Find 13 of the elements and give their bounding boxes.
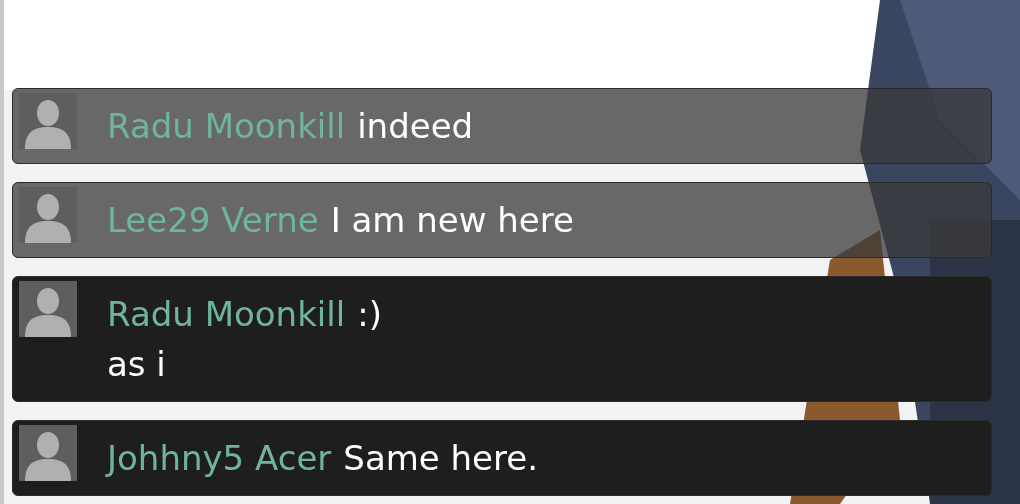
message-text: :) [357, 293, 382, 336]
avatar-icon [19, 93, 77, 149]
message-text: Same here. [343, 437, 538, 480]
message-text: as i [107, 343, 167, 386]
sender-name: Johhny5 Acer [107, 437, 332, 480]
sender-name: Lee29 Verne [107, 199, 319, 242]
avatar-icon [19, 281, 77, 337]
sender-name: Radu Moonkill [107, 293, 346, 336]
message-text: I am new here [330, 199, 574, 242]
avatar-icon [19, 187, 77, 243]
sender-name: Radu Moonkill [107, 105, 346, 148]
message-text: indeed [357, 105, 474, 148]
avatar-icon [19, 425, 77, 481]
